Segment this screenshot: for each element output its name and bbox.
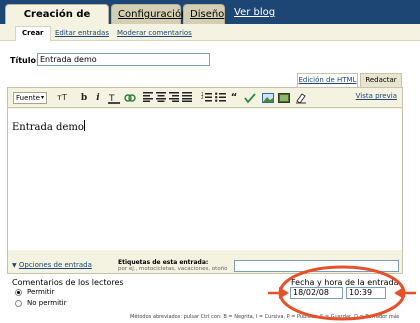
post-title-input[interactable]: Entrada demo bbox=[37, 53, 210, 66]
spellcheck-icon[interactable] bbox=[244, 92, 256, 104]
italic-icon[interactable]: i bbox=[92, 92, 104, 104]
subnav-edit-posts[interactable]: Editar entradas bbox=[55, 29, 109, 37]
preview-link[interactable]: Vista previa bbox=[356, 92, 397, 100]
top-nav-bar: Creación de entradas Configuración Diseñ… bbox=[0, 0, 420, 39]
deny-comments-radio[interactable] bbox=[15, 300, 22, 307]
tab-posting[interactable]: Creación de entradas bbox=[5, 4, 109, 39]
align-center-icon[interactable] bbox=[155, 92, 167, 104]
text-color-icon[interactable]: T bbox=[108, 92, 120, 104]
justify-icon[interactable] bbox=[181, 92, 193, 104]
eraser-icon[interactable] bbox=[295, 92, 307, 104]
tab-layout[interactable]: Diseño bbox=[183, 4, 225, 24]
video-icon[interactable] bbox=[278, 92, 290, 104]
labels-input[interactable] bbox=[234, 260, 399, 272]
allow-comments-label: Permitir bbox=[27, 288, 55, 296]
image-icon[interactable] bbox=[262, 92, 274, 104]
sub-nav: Crear Editar entradas Moderar comentario… bbox=[0, 24, 420, 41]
post-options-toggle[interactable]: ▼ Opciones de entrada bbox=[12, 261, 92, 269]
deny-comments-label: No permitir bbox=[27, 299, 67, 307]
reader-comments-title: Comentarios de los lectores bbox=[12, 278, 124, 287]
bullet-list-icon[interactable] bbox=[214, 92, 226, 104]
bold-icon[interactable]: b bbox=[78, 92, 90, 104]
svg-text:2: 2 bbox=[201, 95, 204, 100]
labels-hint: por ej., motocicletas, vacaciones, otoño bbox=[118, 266, 228, 272]
post-time-input[interactable]: 10:39 bbox=[346, 287, 386, 299]
subnav-create[interactable]: Crear bbox=[15, 26, 51, 41]
post-datetime-title: Fecha y hora de la entrada bbox=[291, 278, 399, 287]
title-label: Título: bbox=[10, 56, 40, 65]
font-size-icon[interactable]: тT bbox=[54, 92, 70, 104]
numbered-list-icon[interactable]: 12 bbox=[200, 92, 212, 104]
align-left-icon[interactable] bbox=[142, 92, 154, 104]
blockquote-icon[interactable]: “ bbox=[228, 92, 240, 104]
post-options-bar: ▼ Opciones de entrada Etiquetas de esta … bbox=[7, 258, 403, 274]
post-date-input[interactable]: 18/02/08 bbox=[290, 287, 343, 299]
post-editor: Fuente ▾ тT b i T 12 “ Vista previa Entr… bbox=[7, 87, 403, 259]
tab-edit-html[interactable]: Edición de HTML bbox=[297, 73, 358, 87]
post-options-link: Opciones de entrada bbox=[18, 261, 92, 269]
editor-toolbar: Fuente ▾ тT b i T 12 “ Vista previa bbox=[8, 88, 402, 108]
align-right-icon[interactable] bbox=[168, 92, 180, 104]
view-blog-link[interactable]: Ver blog bbox=[234, 7, 275, 18]
labels-title: Etiquetas de esta entrada: bbox=[118, 259, 209, 266]
post-body-content: Entrada demo bbox=[12, 120, 85, 133]
chevron-down-icon: ▾ bbox=[40, 94, 44, 101]
font-select[interactable]: Fuente ▾ bbox=[13, 92, 47, 104]
allow-comments-radio[interactable] bbox=[15, 289, 22, 296]
link-icon[interactable] bbox=[124, 92, 136, 104]
tab-settings[interactable]: Configuración bbox=[111, 4, 187, 24]
triangle-down-icon: ▼ bbox=[12, 262, 17, 269]
keyboard-shortcuts-text: Métodos abreviados: pulsar Ctrl con: B =… bbox=[130, 314, 400, 320]
post-body-editor[interactable]: Entrada demo bbox=[8, 109, 402, 250]
left-arrow-icon bbox=[394, 287, 404, 299]
font-select-label: Fuente bbox=[16, 94, 40, 102]
right-arrow-icon bbox=[279, 287, 289, 299]
tab-compose[interactable]: Redactar bbox=[360, 73, 402, 87]
subnav-moderate-comments[interactable]: Moderar comentarios bbox=[117, 29, 192, 37]
